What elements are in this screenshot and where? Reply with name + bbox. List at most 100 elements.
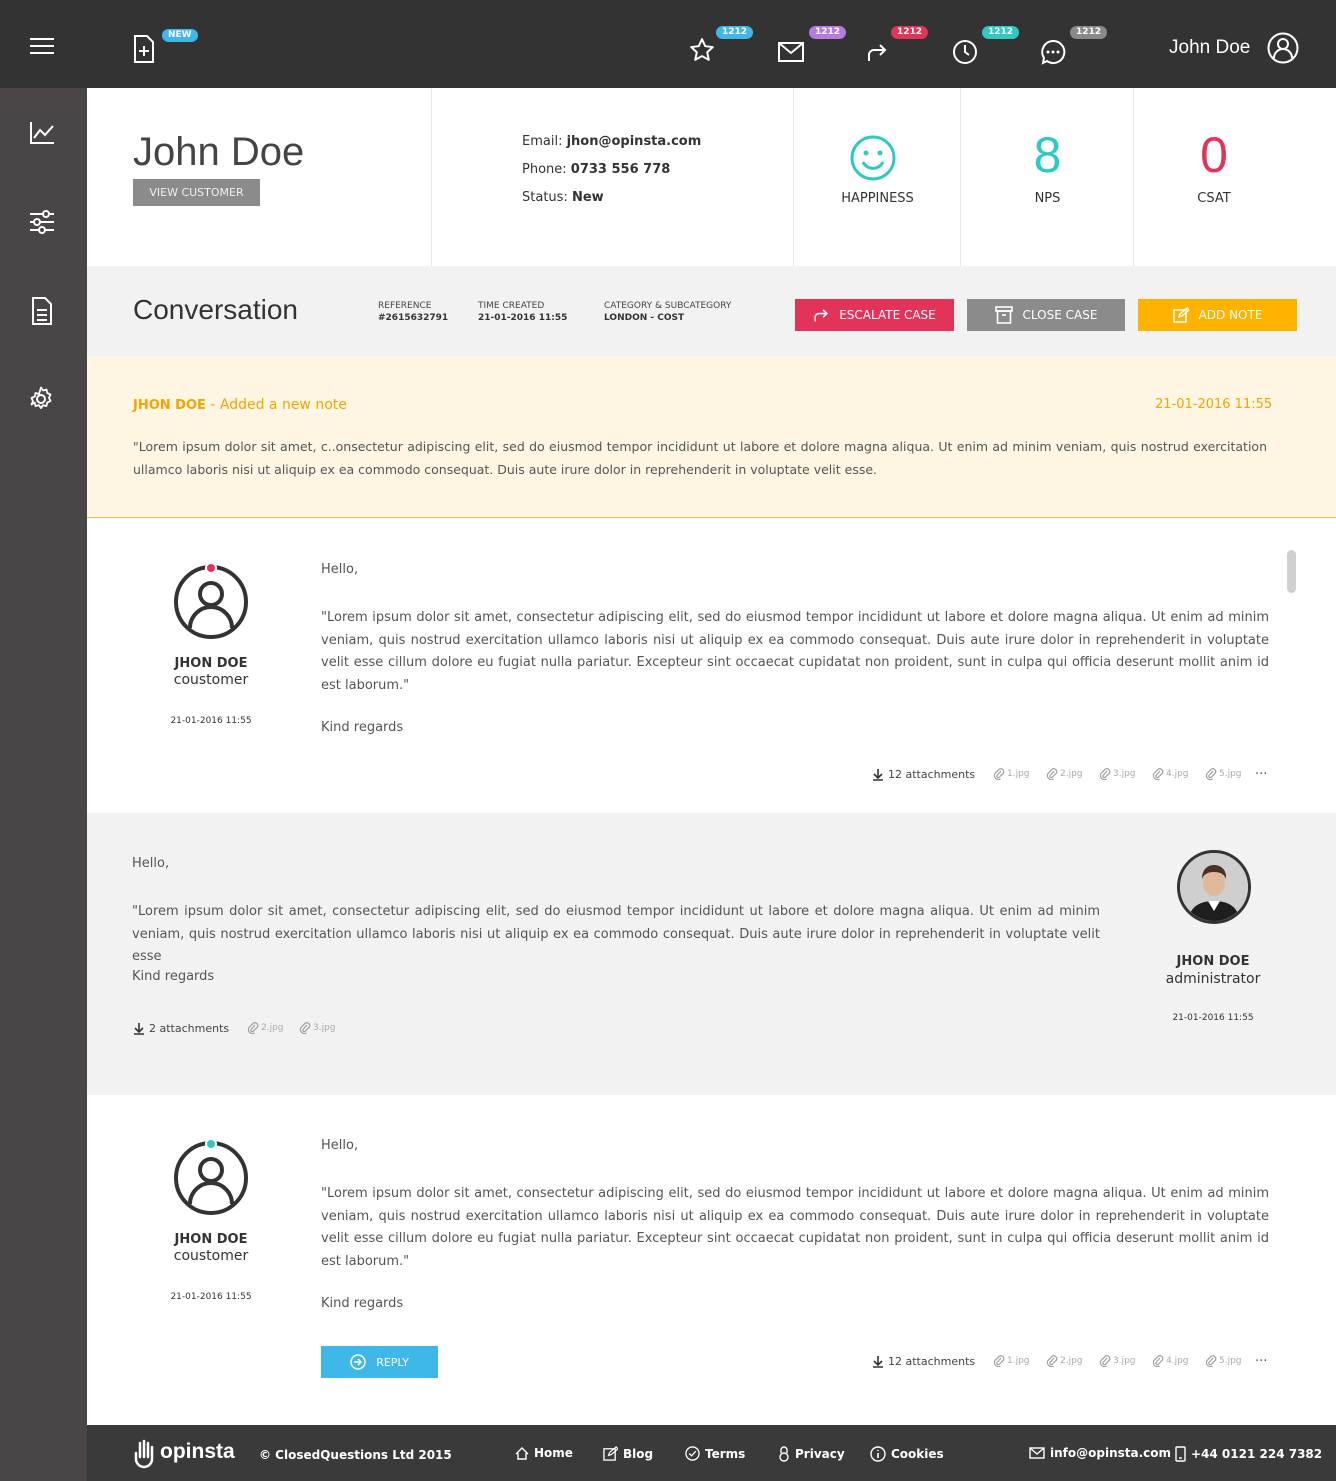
add-note-label: ADD NOTE: [1198, 308, 1263, 322]
reference-label: REFERENCE: [378, 301, 432, 311]
attachments-link[interactable]: 12 attachments: [872, 768, 975, 781]
customer-contact-panel: Email: jhon@opinsta.com Phone: 0733 556 …: [432, 88, 794, 266]
status-row: Status: New: [522, 190, 604, 205]
user-avatar-icon[interactable]: [1267, 32, 1299, 64]
customer-avatar-icon: [173, 1140, 249, 1216]
chat-count-badge: 1212: [1070, 26, 1108, 39]
chart-icon[interactable]: [29, 121, 55, 145]
escalate-case-button[interactable]: ESCALATE CASE: [795, 299, 954, 331]
note-panel: JHON DOE - Added a new note 21-01-2016 1…: [87, 356, 1336, 518]
footer-link-terms[interactable]: Terms: [685, 1446, 745, 1461]
attachment-file[interactable]: 2.jpg: [247, 1022, 284, 1034]
clock-icon[interactable]: [952, 39, 978, 65]
nps-label: NPS: [1034, 191, 1061, 206]
attachment-filename: 3.jpg: [1113, 1356, 1136, 1366]
add-note-button[interactable]: ADD NOTE: [1138, 299, 1297, 331]
paperclip-icon: [299, 1022, 311, 1034]
phone-value: 0733 556 778: [570, 162, 671, 177]
sender-role: administrator: [1165, 971, 1261, 987]
more-attachments[interactable]: ...: [1255, 1350, 1267, 1365]
happiness-panel: HAPPINESS: [794, 88, 961, 266]
attachment-file[interactable]: 3.jpg: [1099, 768, 1136, 780]
admin-avatar: [1177, 850, 1251, 924]
forward-icon: [813, 307, 829, 323]
attachment-filename: 3.jpg: [313, 1023, 336, 1033]
star-count-badge: 1212: [716, 26, 754, 39]
conversation-bar: Conversation REFERENCE #2615632791 TIME …: [87, 266, 1336, 356]
attachment-file[interactable]: 3.jpg: [299, 1022, 336, 1034]
attachment-filename: 1.jpg: [1007, 769, 1030, 779]
settings-gear-icon[interactable]: [28, 386, 54, 412]
attachment-filename: 4.jpg: [1166, 1356, 1189, 1366]
phone-row: Phone: 0733 556 778: [522, 162, 670, 177]
email-label: Email:: [522, 134, 563, 149]
footer-link-blog[interactable]: Blog: [603, 1446, 653, 1461]
sidebar: [0, 88, 87, 1481]
attachments-link[interactable]: 2 attachments: [133, 1022, 229, 1035]
nps-panel: 8 NPS: [961, 88, 1134, 266]
sender-role: coustomer: [173, 672, 249, 688]
footer-phone[interactable]: +44 0121 224 7382: [1175, 1446, 1322, 1462]
paperclip-icon: [1046, 768, 1058, 780]
attachment-filename: 2.jpg: [1060, 769, 1083, 779]
sender-name: JHON DOE: [1176, 954, 1250, 969]
footer-link-privacy[interactable]: Privacy: [778, 1446, 845, 1462]
view-customer-button[interactable]: VIEW CUSTOMER: [133, 179, 260, 206]
email-value[interactable]: jhon@opinsta.com: [567, 134, 702, 149]
mail-icon[interactable]: [778, 42, 804, 62]
brand-name[interactable]: opinsta: [160, 1440, 235, 1464]
reply-button[interactable]: REPLY: [321, 1346, 438, 1378]
more-attachments[interactable]: ...: [1255, 763, 1267, 778]
download-icon: [872, 768, 884, 781]
status-label: Status:: [522, 190, 568, 205]
paperclip-icon: [1205, 768, 1217, 780]
attachment-file[interactable]: 3.jpg: [1099, 1355, 1136, 1367]
message-body: "Lorem ipsum dolor sit amet, consectetur…: [132, 904, 1100, 964]
message-greeting: Hello,: [321, 1138, 359, 1153]
info-icon: [870, 1446, 886, 1462]
new-badge: NEW: [162, 29, 198, 42]
attachment-file[interactable]: 2.jpg: [1046, 1355, 1083, 1367]
edit-icon: [603, 1446, 618, 1461]
close-case-button[interactable]: CLOSE CASE: [967, 299, 1125, 331]
attachment-file[interactable]: 4.jpg: [1152, 768, 1189, 780]
attachment-file[interactable]: 2.jpg: [1046, 768, 1083, 780]
note-header: JHON DOE - Added a new note: [133, 397, 347, 413]
message-date: 21-01-2016 11:55: [170, 1292, 252, 1302]
hamburger-menu-icon[interactable]: [30, 38, 54, 54]
message-admin: Hello, "Lorem ipsum dolor sit amet, cons…: [87, 813, 1336, 1095]
reference-value: #2615632791: [378, 313, 449, 323]
attachment-file[interactable]: 1.jpg: [993, 1355, 1030, 1367]
attachment-file[interactable]: 5.jpg: [1205, 1355, 1242, 1367]
scrollbar-thumb[interactable]: [1287, 550, 1296, 593]
attachment-file[interactable]: 4.jpg: [1152, 1355, 1189, 1367]
download-icon: [133, 1022, 145, 1035]
attachment-filename: 5.jpg: [1219, 769, 1242, 779]
message-date: 21-01-2016 11:55: [1172, 1013, 1254, 1023]
attachment-file[interactable]: 5.jpg: [1205, 768, 1242, 780]
footer-link-cookies[interactable]: Cookies: [870, 1446, 944, 1462]
attachment-filename: 1.jpg: [1007, 1356, 1030, 1366]
star-icon[interactable]: [689, 37, 715, 63]
document-icon[interactable]: [31, 297, 53, 325]
paperclip-icon: [1152, 1355, 1164, 1367]
message-signoff: Kind regards: [132, 969, 215, 984]
new-document-icon[interactable]: [133, 35, 155, 63]
footer-link-home[interactable]: Home: [515, 1446, 573, 1460]
footer-link-label: Privacy: [795, 1447, 845, 1461]
attachments-link[interactable]: 12 attachments: [872, 1355, 975, 1368]
forward-icon[interactable]: [866, 41, 888, 63]
opinsta-logo-icon: [134, 1439, 156, 1469]
message-greeting: Hello,: [132, 856, 170, 871]
attachment-file[interactable]: 1.jpg: [993, 768, 1030, 780]
mail-status-dot: [205, 562, 217, 574]
footer-email[interactable]: info@opinsta.com: [1029, 1446, 1171, 1460]
user-name[interactable]: John Doe: [1169, 37, 1250, 59]
phone-label: Phone:: [522, 162, 567, 177]
sliders-icon[interactable]: [29, 209, 55, 235]
chat-icon[interactable]: [1040, 39, 1066, 65]
csat-panel: 0 CSAT: [1134, 88, 1336, 266]
paperclip-icon: [247, 1022, 259, 1034]
smiley-icon: [850, 135, 896, 181]
attachments-count: 12 attachments: [888, 1355, 976, 1368]
